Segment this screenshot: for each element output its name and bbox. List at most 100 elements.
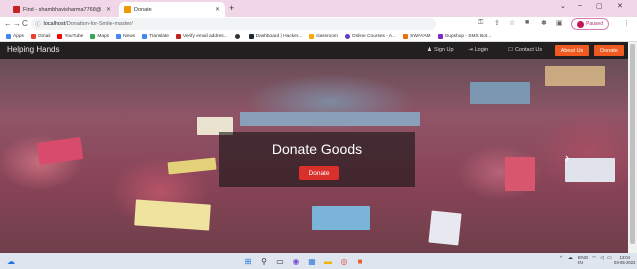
close-tab-icon[interactable]: ✕ xyxy=(215,6,220,13)
swayam-icon xyxy=(403,34,409,39)
contact-link[interactable]: ☐ Contact Us xyxy=(508,47,542,53)
hero-photo-detail xyxy=(545,66,605,86)
bookmark-star-icon[interactable]: ☆ xyxy=(509,19,515,27)
reload-button[interactable]: C xyxy=(22,19,28,28)
more-menu-icon[interactable]: ⋮ xyxy=(623,19,630,27)
app-icon[interactable]: ■ xyxy=(355,256,365,266)
hero-title: Donate Goods xyxy=(271,141,363,157)
bookmark-youtube[interactable]: YouTube xyxy=(57,34,83,39)
extension-icon[interactable]: ■ xyxy=(525,19,529,26)
hero-photo-detail xyxy=(565,158,615,182)
bookmark-apps[interactable]: Apps xyxy=(6,34,24,39)
hero-photo-detail xyxy=(36,137,84,165)
profile-button[interactable]: Paused xyxy=(571,18,609,30)
tab-donate[interactable]: Donate ✕ xyxy=(119,2,225,17)
github-icon xyxy=(234,34,240,39)
tab-search-icon[interactable]: ⌄ xyxy=(560,2,566,10)
login-icon: ⇥ xyxy=(468,47,473,53)
start-menu-icon[interactable]: ⊞ xyxy=(243,256,253,266)
extensions-puzzle-icon[interactable]: ✱ xyxy=(541,19,547,27)
web-page: Helping Hands ♟ Sign Up ⇥ Login ☐ Contact U… xyxy=(0,42,628,253)
about-us-button[interactable]: About Us xyxy=(555,45,589,56)
key-icon[interactable]: ⚿ xyxy=(478,19,483,27)
site-info-icon[interactable]: ⓘ xyxy=(35,20,41,28)
sign-up-link[interactable]: ♟ Sign Up xyxy=(427,47,454,53)
minimize-button[interactable]: – xyxy=(578,2,582,9)
youtube-icon xyxy=(57,34,63,39)
file-explorer-icon[interactable]: ▬ xyxy=(323,256,333,266)
sidebar-icon[interactable]: ▣ xyxy=(556,19,563,27)
maps-icon xyxy=(90,34,96,39)
forward-button[interactable]: → xyxy=(13,19,21,28)
phone-icon: ☐ xyxy=(508,47,513,53)
url-host: localhost xyxy=(43,21,66,27)
weather-icon[interactable]: ☁ xyxy=(6,256,16,266)
chrome-icon[interactable]: ◎ xyxy=(339,256,349,266)
hero-caption-panel: Donate Goods Donate xyxy=(219,132,415,187)
bookmark-online-courses[interactable]: Online Courses - A... xyxy=(344,34,396,39)
hero-photo-detail xyxy=(470,82,530,104)
close-tab-icon[interactable]: ✕ xyxy=(106,6,111,13)
teams-chat-icon[interactable]: ◉ xyxy=(291,256,301,266)
site-navbar: Helping Hands ♟ Sign Up ⇥ Login ☐ Contact U… xyxy=(0,42,628,59)
donate-button[interactable]: Donate xyxy=(299,166,339,180)
back-button[interactable]: ← xyxy=(4,19,12,28)
gupshup-icon xyxy=(437,34,443,39)
task-view-icon[interactable]: ▭ xyxy=(275,256,285,266)
site-brand[interactable]: Helping Hands xyxy=(7,45,59,54)
bookmark-swayam[interactable]: SWAYAM xyxy=(403,34,431,39)
address-bar[interactable]: ⓘ localhost/Donation-for-Smile-master/ xyxy=(31,18,436,30)
wifi-icon[interactable]: ◠ xyxy=(592,256,596,261)
bookmark-gupshup[interactable]: Gupshup - SMS Bot... xyxy=(437,34,491,39)
hero-photo-detail xyxy=(505,157,535,191)
widgets-icon[interactable]: ▦ xyxy=(307,256,317,266)
bookmark-maps[interactable]: Maps xyxy=(90,34,109,39)
news-icon xyxy=(116,34,122,39)
hero-photo-detail xyxy=(134,199,211,231)
user-icon: ♟ xyxy=(427,47,432,53)
share-icon[interactable]: ⇪ xyxy=(494,19,500,27)
bookmark-news[interactable]: News xyxy=(116,34,135,39)
apps-grid-icon xyxy=(6,34,11,39)
hero-photo-detail xyxy=(167,157,217,175)
url-path: /Donation-for-Smile-master/ xyxy=(65,21,133,27)
new-tab-button[interactable]: + xyxy=(229,3,234,13)
hero-photo-detail xyxy=(312,206,370,230)
donate-favicon-icon xyxy=(124,6,131,13)
gmail-favicon-icon xyxy=(13,6,20,13)
donate-nav-button[interactable]: Donate xyxy=(594,45,624,56)
courses-icon xyxy=(344,34,350,39)
bookmark-classroom[interactable]: classroom xyxy=(309,34,338,39)
hero-photo-detail xyxy=(428,210,462,246)
bookmarks-bar: Apps Gmail YouTube Maps News Translate V… xyxy=(0,32,637,42)
hero-photo-detail xyxy=(240,112,420,126)
battery-icon[interactable]: ▭ xyxy=(607,256,612,261)
onedrive-icon[interactable]: ☁ xyxy=(568,256,573,261)
bookmark-hackerrank[interactable]: Dashboard | Hacker... xyxy=(248,34,302,39)
language-indicator[interactable]: ENG IN xyxy=(578,256,588,266)
hackerrank-icon xyxy=(248,34,254,39)
translate-icon xyxy=(142,34,148,39)
bookmark-github[interactable] xyxy=(234,34,242,39)
bookmark-gmail[interactable]: Gmail xyxy=(30,34,50,39)
login-link[interactable]: ⇥ Login xyxy=(468,47,488,53)
tab-gmail[interactable]: Find - shambhavisharma7768@ ✕ xyxy=(8,2,116,17)
avatar xyxy=(577,20,585,28)
tray-chevron-icon[interactable]: ^ xyxy=(560,256,562,261)
carousel-next-icon[interactable]: › xyxy=(565,150,569,165)
classroom-icon xyxy=(309,34,314,39)
speaker-icon[interactable]: ◁ xyxy=(600,256,604,261)
profile-status: Paused xyxy=(586,21,603,27)
bookmark-verify-email[interactable]: Verify email addres... xyxy=(175,34,228,39)
gmail-icon xyxy=(30,34,36,39)
tab-label: Find - shambhavisharma7768@ xyxy=(23,6,102,13)
close-window-button[interactable]: ✕ xyxy=(617,2,623,10)
system-clock[interactable]: 13:04 03-05-2022 xyxy=(614,255,635,265)
tab-label: Donate xyxy=(134,6,152,13)
bookmark-translate[interactable]: Translate xyxy=(142,34,169,39)
mail-icon xyxy=(175,34,181,39)
windows-taskbar xyxy=(0,253,637,269)
search-icon[interactable]: ⚲ xyxy=(259,256,269,266)
scrollbar-thumb[interactable] xyxy=(630,44,635,244)
maximize-button[interactable]: ▢ xyxy=(596,2,603,10)
